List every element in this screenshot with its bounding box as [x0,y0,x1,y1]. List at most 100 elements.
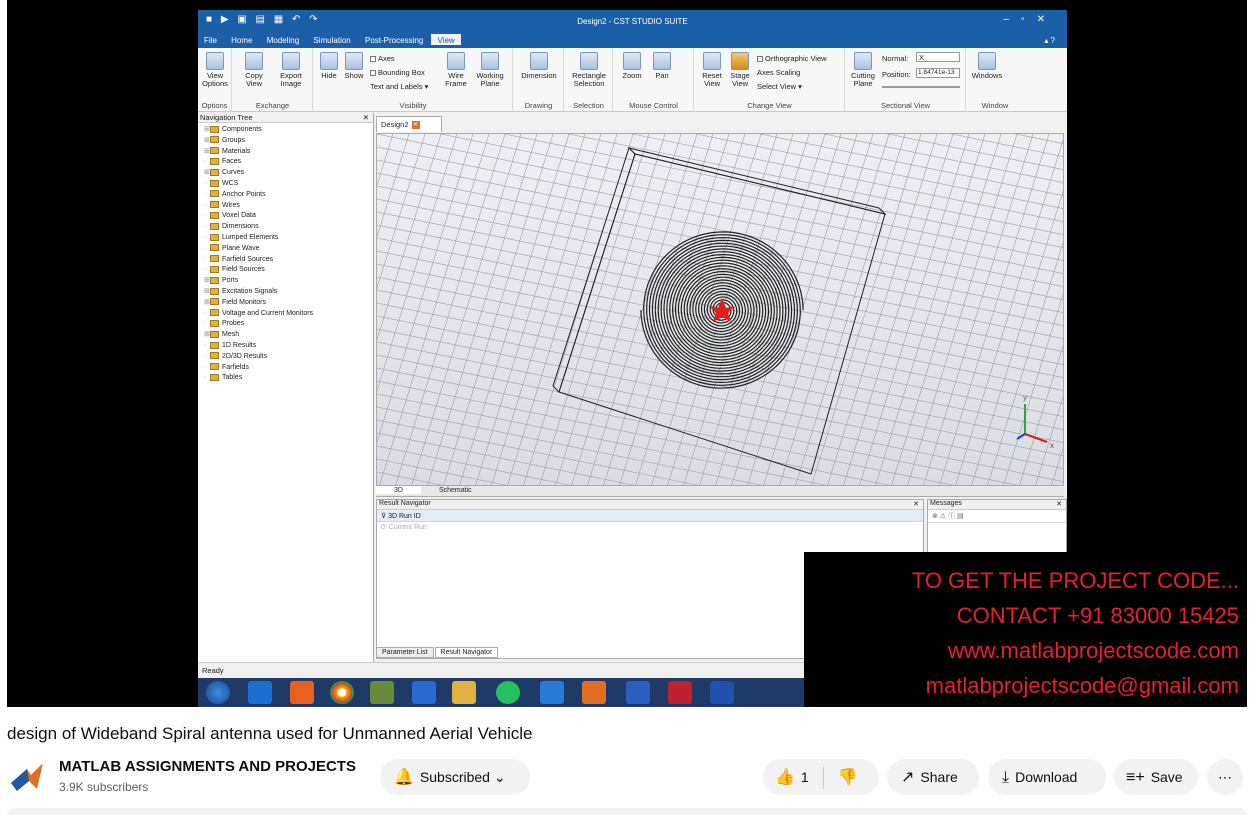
hide-button[interactable]: Hide [318,52,340,80]
orthographic-view-checkbox[interactable]: Orthographic View [757,54,827,63]
reset-view-button[interactable]: Reset View [699,52,725,88]
tree-item[interactable]: · Farfield Sources [204,255,373,266]
view-options-button[interactable]: View Options [200,52,230,88]
app-icon[interactable] [626,681,650,704]
tree-item[interactable]: ⊞ Ports [204,276,373,287]
close-icon[interactable]: ✕ [411,121,420,130]
tree-item[interactable]: · WCS [204,179,373,190]
cutting-plane-button[interactable]: Cutting Plane [848,52,878,88]
tree-item[interactable]: · Faces [204,157,373,168]
menu-modeling[interactable]: Modeling [261,34,305,45]
download-button[interactable]: ⤓ Download [988,759,1106,795]
tree-item[interactable]: · Anchor Points [204,190,373,201]
whatsapp-icon[interactable] [496,681,520,704]
folder-icon [210,352,219,360]
like-button[interactable]: 👍 1 [775,769,809,786]
close-icon[interactable]: ✕ [913,500,919,508]
tree-item[interactable]: · Probes [204,319,373,330]
app-icon[interactable] [412,681,436,704]
tree-item[interactable]: · Dimensions [204,222,373,233]
tree-item[interactable]: ⊞ Components [204,125,373,136]
tab-schematic[interactable]: Schematic [421,486,490,494]
tree-item[interactable]: · Lumped Elements [204,233,373,244]
document-tab[interactable]: Design2 ✕ [376,116,442,132]
rectangle-selection-button[interactable]: Rectangle Selection [567,52,611,88]
axes-checkbox[interactable]: Axes [370,54,395,63]
folder-icon [210,201,219,209]
app-icon[interactable] [540,681,564,704]
export-image-button[interactable]: Export Image [273,52,309,88]
tree-item[interactable]: ⊞ Field Monitors [204,298,373,309]
dimension-button[interactable]: Dimension [518,52,560,80]
description-box[interactable] [7,808,1247,815]
text-labels-dropdown[interactable]: Text and Labels ▾ [370,82,428,91]
zoom-button[interactable]: Zoom [618,52,646,80]
office-icon[interactable] [290,681,314,704]
windows-button[interactable]: Windows [969,52,1005,80]
close-icon[interactable]: ✕ [1056,500,1062,508]
file-explorer-icon[interactable] [452,681,476,704]
navigation-tree: Navigation Tree ✕ ⊞ Components ⊞ Groups ⊞ Mate… [198,113,374,663]
select-view-dropdown[interactable]: Select View ▾ [757,82,802,91]
tree-item[interactable]: · Tables [204,373,373,384]
matlab-icon[interactable] [582,681,606,704]
working-plane-button[interactable]: Working Plane [472,52,508,88]
close-icon[interactable]: ✕ [363,113,369,122]
stage-view-button[interactable]: Stage View [727,52,753,88]
tree-item[interactable]: ⊞ Mesh [204,330,373,341]
tree-item[interactable]: · Farfields [204,363,373,374]
table-row[interactable]: 0: Current Run [377,522,923,534]
cst-icon[interactable] [710,681,734,704]
stage-icon [731,52,749,70]
tab-3d[interactable]: 3D [376,486,421,494]
app-icon[interactable] [370,681,394,704]
tree-item[interactable]: ⊞ Groups [204,136,373,147]
position-input[interactable]: 1.84741e-13 [916,68,960,78]
save-button[interactable]: ≡+ Save [1114,759,1198,795]
tree-item[interactable]: · Voxel Data [204,211,373,222]
tree-item[interactable]: ⊞ Excitation Signals [204,287,373,298]
bounding-box-checkbox[interactable]: Bounding Box [370,68,425,77]
copy-view-button[interactable]: Copy View [237,52,271,88]
menu-file[interactable]: File [198,34,223,45]
more-actions-button[interactable]: ⋯ [1207,759,1243,795]
window-controls[interactable]: –▫✕ [1004,14,1058,25]
tree-item[interactable]: ⊞ Curves [204,168,373,179]
tree-item[interactable]: · Field Sources [204,265,373,276]
tree-item[interactable]: · 1D Results [204,341,373,352]
subscribe-button[interactable]: 🔔 Subscribed ⌄ [380,759,530,795]
wire-frame-button[interactable]: Wire Frame [442,52,470,88]
menu-home[interactable]: Home [225,34,258,45]
chrome-icon[interactable] [330,681,354,704]
show-button[interactable]: Show [342,52,366,80]
help-icon[interactable]: ▴ ? [1038,34,1061,45]
window-title: Design2 - CST STUDIO SUITE [577,17,688,26]
tab-parameter-list[interactable]: Parameter List [376,647,434,658]
dislike-button[interactable]: 👎 [838,769,864,786]
tree-item[interactable]: · Wires [204,201,373,212]
menu-view[interactable]: View [431,34,461,45]
menu-simulation[interactable]: Simulation [307,34,356,45]
tree-item[interactable]: · Voltage and Current Monitors [204,309,373,320]
tab-result-navigator[interactable]: Result Navigator [434,647,499,658]
internet-explorer-icon[interactable] [248,681,272,704]
share-button[interactable]: ↗ Share [887,759,979,795]
3d-scene: y x [377,134,1063,485]
3d-viewport[interactable]: y x [376,133,1064,486]
messages-toolbar[interactable]: ⊗ ⚠ ⓘ ▤ [928,510,1066,523]
start-icon[interactable] [206,681,230,704]
axes-scaling-button[interactable]: Axes Scaling [757,68,800,77]
menu-post-processing[interactable]: Post-Processing [359,34,429,45]
tree-item[interactable]: · 2D/3D Results [204,352,373,363]
tree-item[interactable]: ⊞ Materials [204,147,373,158]
position-slider[interactable] [882,86,960,88]
channel-avatar[interactable] [7,757,47,797]
channel-name[interactable]: MATLAB ASSIGNMENTS AND PROJECTS [59,758,356,775]
pan-button[interactable]: Pan [648,52,676,80]
table-row[interactable]: ⊽ 3D Run ID [377,510,923,522]
app-icon[interactable] [668,681,692,704]
normal-select[interactable]: X [916,52,960,62]
tree-item[interactable]: · Plane Wave [204,244,373,255]
group-visibility: Hide Show Axes Bounding Box Text and Lab… [314,48,513,112]
video-player[interactable]: ■ ▶ ▣ ▤ ▦ ↶ ↷ Design2 - CST STUDIO SUITE… [7,0,1247,707]
